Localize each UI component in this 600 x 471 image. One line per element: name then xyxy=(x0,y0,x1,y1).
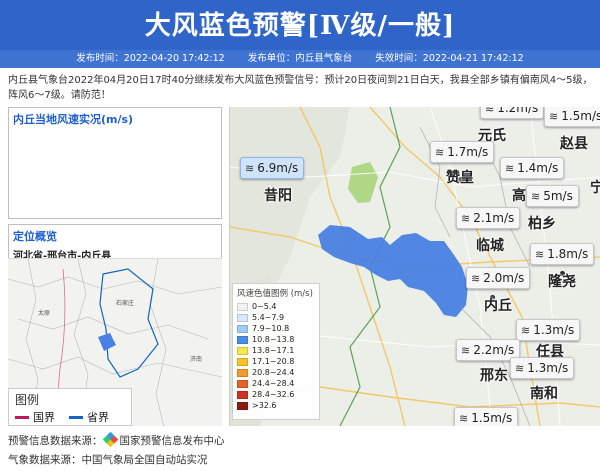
city-nanhe: 南和 xyxy=(530,386,558,402)
legend-row: 28.4~32.6 xyxy=(237,389,315,400)
wind-flag-icon: ≋ xyxy=(549,109,559,123)
wind-station-label[interactable]: ≋ 2.1m/s xyxy=(456,207,521,229)
legend-swatch xyxy=(237,357,248,366)
legend-row: 17.1~20.8 xyxy=(237,356,315,367)
wind-station-label[interactable]: ≋ 1.8m/s xyxy=(530,243,595,265)
wind-station-label[interactable]: ≋ 6.9m/s xyxy=(240,157,305,179)
city-xiyang: 昔阳 xyxy=(264,188,292,204)
city-lincheng: 临城 xyxy=(476,238,504,254)
legend-swatch xyxy=(237,379,248,388)
warning-meta-bar: 发布时间：2022-04-20 17:42:12 发布单位：内丘县气象台 失效时… xyxy=(0,50,600,68)
release-center-logo-icon xyxy=(102,431,118,448)
city-xingdong: 邢东 xyxy=(480,368,508,384)
wind-station-label[interactable]: ≋ 1.5m/s xyxy=(454,407,519,426)
wind-flag-icon: ≋ xyxy=(461,343,471,357)
legend-row: 7.9~10.8 xyxy=(237,323,315,334)
wind-flag-icon: ≋ xyxy=(471,271,481,285)
legend-row: 10.8~13.8 xyxy=(237,334,315,345)
warning-description: 内丘县气象台2022年04月20日17时40分继续发布大风蓝色预警信号：预计20… xyxy=(8,75,593,101)
city-ning: 宁 xyxy=(590,177,600,197)
wind-station-label[interactable]: ≋ 2.0m/s xyxy=(466,267,531,289)
wind-flag-icon: ≋ xyxy=(245,161,255,175)
issue-time: 发布时间：2022-04-20 17:42:12 xyxy=(76,53,225,64)
minimap-legend-title: 图例 xyxy=(15,393,40,407)
legend-swatch xyxy=(237,368,248,377)
legend-row: >32.6 xyxy=(237,400,315,411)
province-border-swatch xyxy=(69,415,83,419)
legend-swatch xyxy=(237,390,248,399)
wind-flag-icon: ≋ xyxy=(505,161,515,175)
wind-station-label[interactable]: ≋ 1.7m/s xyxy=(430,141,495,163)
legend-swatch xyxy=(237,313,248,322)
issuer: 发布单位：内丘县气象台 xyxy=(247,53,353,64)
warning-source-label: 预警信息数据来源： xyxy=(8,435,103,447)
province-border-label: 省界 xyxy=(87,411,109,424)
city-zanhuang: 赞皇 xyxy=(446,170,474,186)
legend-swatch xyxy=(237,346,248,355)
wind-flag-icon: ≋ xyxy=(535,247,545,261)
country-border-swatch xyxy=(15,415,29,419)
minimap-legend: 图例 国界 省界 xyxy=(8,388,132,426)
legend-swatch xyxy=(237,324,248,333)
wind-legend-title: 风速色值图例 (m/s) xyxy=(237,289,313,299)
wind-station-label[interactable]: ≋ 1.3m/s xyxy=(510,357,575,379)
svg-text:济南: 济南 xyxy=(190,355,202,363)
legend-row: 24.4~28.4 xyxy=(237,378,315,389)
legend-row: 0~5.4 xyxy=(237,301,315,312)
legend-row: 20.8~24.4 xyxy=(237,367,315,378)
weather-source-line: 气象数据来源：中国气象局全国自动站实况 xyxy=(8,454,208,466)
wind-station-label[interactable]: ≋ 1.2m/s xyxy=(480,107,545,119)
warning-source-name[interactable]: 国家预警信息发布中心 xyxy=(120,435,225,447)
minimap-legend-items: 国界 省界 xyxy=(15,409,125,425)
wind-station-label[interactable]: ≋ 1.5m/s xyxy=(544,107,600,127)
realtime-wind-panel: 内丘当地风速实况(m/s) xyxy=(8,107,222,219)
wind-flag-icon: ≋ xyxy=(515,361,525,375)
wind-color-legend: 风速色值图例 (m/s) 0~5.4 5.4~7.9 7.9~10.8 10.8… xyxy=(232,283,320,420)
legend-swatch xyxy=(237,401,248,410)
wind-station-label[interactable]: ≋ 1.3m/s xyxy=(516,319,581,341)
location-overview-title: 定位概览 xyxy=(13,230,57,243)
legend-row: 5.4~7.9 xyxy=(237,312,315,323)
warning-title: 大风蓝色预警[Ⅳ级/一般] xyxy=(144,11,456,41)
legend-row: 13.8~17.1 xyxy=(237,345,315,356)
wind-flag-icon: ≋ xyxy=(461,211,471,225)
city-neiqiu: 内丘 xyxy=(484,298,512,314)
city-baixiang: 柏乡 xyxy=(528,216,556,232)
warning-source-line: 预警信息数据来源： 国家预警信息发布中心 xyxy=(8,431,225,448)
country-border-label: 国界 xyxy=(33,411,55,424)
realtime-wind-title: 内丘当地风速实况(m/s) xyxy=(13,113,134,126)
wind-flag-icon: ≋ xyxy=(435,145,445,159)
legend-swatch xyxy=(237,335,248,344)
city-longyao: 隆尧 xyxy=(548,274,576,290)
warning-header: 大风蓝色预警[Ⅳ级/一般] 发布时间：2022-04-20 17:42:12 发… xyxy=(0,0,600,68)
wind-flag-icon: ≋ xyxy=(485,107,495,115)
svg-text:石家庄: 石家庄 xyxy=(116,299,134,307)
wind-flag-icon: ≋ xyxy=(459,411,469,425)
wind-station-label[interactable]: ≋ 1.4m/s xyxy=(500,157,565,179)
wind-station-label[interactable]: ≋ 5m/s xyxy=(526,185,579,207)
wind-flag-icon: ≋ xyxy=(531,189,541,203)
svg-text:太原: 太原 xyxy=(38,309,50,317)
city-zhaoxian: 赵县 xyxy=(560,136,588,152)
wind-flag-icon: ≋ xyxy=(521,323,531,337)
expire-time: 失效时间：2022-04-21 17:42:12 xyxy=(375,53,524,64)
legend-swatch xyxy=(237,302,248,311)
